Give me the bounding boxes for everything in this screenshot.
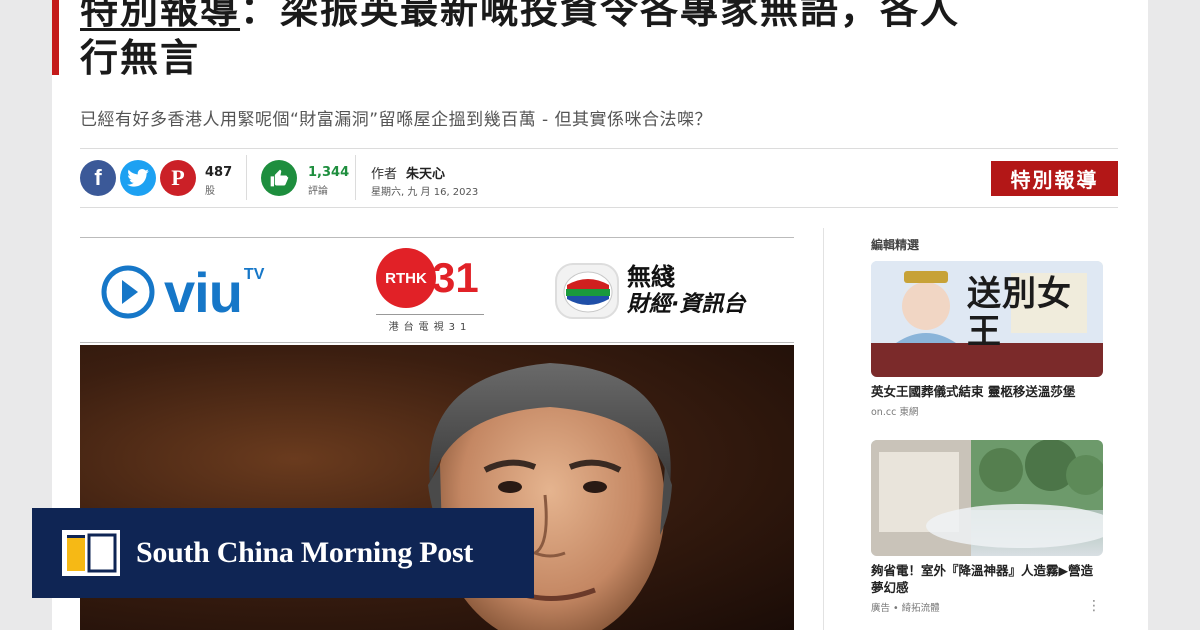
thumbs-up-icon[interactable]: [261, 160, 297, 196]
more-options-icon[interactable]: ⋮: [1087, 598, 1101, 614]
divider-top: [80, 148, 1118, 149]
facebook-icon[interactable]: f: [80, 160, 116, 196]
sidebar-divider: [823, 228, 824, 630]
news-title-queen[interactable]: 英女王國葬儀式結束 靈柩移送溫莎堡: [871, 383, 1103, 400]
scmp-wordmark: South China Morning Post: [136, 536, 474, 569]
viu-play-icon: [101, 265, 155, 319]
rthk-subtitle: 港台電視31: [388, 322, 472, 333]
viutv-logo: viu TV: [100, 260, 265, 324]
rthk-mark: RTHK: [376, 248, 436, 308]
tvb-icon: [555, 263, 619, 319]
publish-date: 星期六, 九 月 16, 2023: [371, 187, 479, 198]
rthk-rule: [376, 314, 484, 315]
viu-wordmark: viu: [164, 260, 243, 324]
ad-thumbnail-mist[interactable]: [871, 440, 1103, 556]
headline-separator: ：: [240, 0, 281, 32]
headline-accent-bar: [52, 0, 59, 75]
viu-tv-label: TV: [243, 266, 265, 283]
news-source-queen: on.cc 東網: [871, 407, 919, 418]
thumb-headline-text: 送別女王: [967, 274, 1072, 352]
special-report-badge[interactable]: 特別報導: [991, 161, 1118, 196]
shares-count: 487: [205, 165, 233, 180]
divider-bottom: [80, 207, 1118, 208]
ad-title-mist[interactable]: 夠省電！室外『降溫神器』人造霧▶營造夢幻感: [871, 562, 1103, 596]
headline-line2: 行無言: [80, 36, 201, 80]
ad-source-label: 廣告 • 綺拓流體: [871, 603, 940, 614]
author-separator: [355, 155, 356, 200]
headline-line1: 梁振英最新嘅投資令各專家無語，各人: [280, 0, 961, 32]
editors-picks-title: 編輯精選: [871, 238, 920, 252]
author-label: 作者: [371, 167, 398, 182]
tvb-name: 無綫: [627, 263, 675, 291]
article-subtitle: 已經有好多香港人用緊呢個“財富漏洞”留喺屋企搵到幾百萬 - 但其實係咪合法㗎？: [80, 110, 713, 130]
likes-label: 評論: [308, 186, 328, 197]
tvb-channel: 財經·資訊台: [627, 292, 746, 317]
scmp-logo-icon: [62, 530, 120, 576]
headline-tag[interactable]: 特別報導: [80, 0, 240, 32]
news-thumbnail-queen[interactable]: 送別女王: [871, 261, 1103, 377]
author-name[interactable]: 朱天心: [406, 163, 445, 182]
tvb-finance-logo: 無綫 財經·資訊台: [555, 262, 745, 320]
logos-bottom-rule: [80, 342, 794, 343]
shares-label: 股: [205, 186, 215, 197]
scmp-brand-banner: South China Morning Post: [32, 508, 534, 598]
logos-top-rule: [80, 237, 794, 238]
likes-count: 1,344: [308, 165, 350, 180]
article-headline: 特別報導：梁振英最新嘅投資令各專家無語，各人 行無言: [80, 0, 1120, 82]
pinterest-icon[interactable]: P: [160, 160, 196, 196]
rthk31-logo: RTHK 31 港台電視31: [376, 248, 484, 334]
rthk-channel-number: 31: [432, 254, 479, 301]
twitter-icon[interactable]: [120, 160, 156, 196]
share-separator: [246, 155, 247, 200]
